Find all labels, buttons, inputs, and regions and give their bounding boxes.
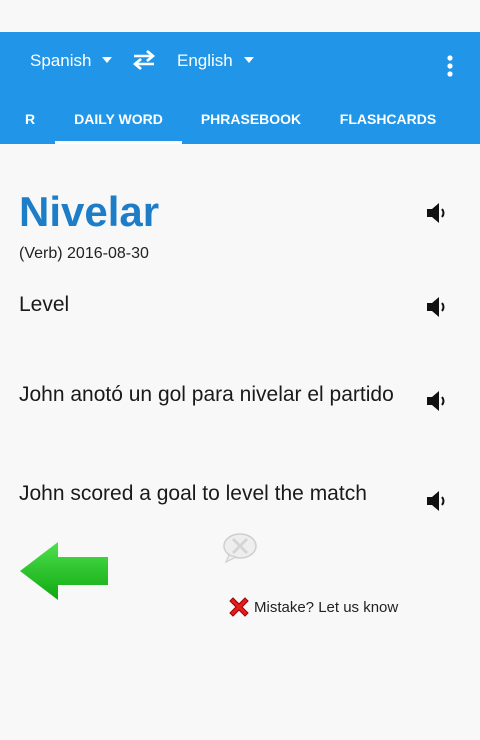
daily-word-title: Nivelar bbox=[19, 188, 160, 235]
daily-word-content: Nivelar (Verb) 2016-08-30 Level John ano… bbox=[0, 144, 480, 740]
example-sentence-target: John scored a goal to level the match bbox=[19, 482, 367, 505]
speaker-icon[interactable] bbox=[424, 200, 450, 226]
word-translation: Level bbox=[19, 293, 70, 316]
chevron-down-icon bbox=[243, 57, 254, 63]
more-vert-icon[interactable] bbox=[440, 52, 460, 80]
speaker-icon[interactable] bbox=[424, 488, 450, 514]
chevron-down-icon bbox=[102, 57, 113, 63]
tab-bar: R DAILY WORD PHRASEBOOK FLASHCARDS bbox=[0, 96, 480, 144]
target-language-label: English bbox=[177, 51, 233, 70]
source-language-label: Spanish bbox=[30, 51, 92, 70]
speaker-icon[interactable] bbox=[424, 388, 450, 414]
report-mistake-link[interactable]: Mistake? Let us know bbox=[226, 594, 398, 620]
tab-daily-word[interactable]: DAILY WORD bbox=[55, 96, 182, 144]
report-mistake-label: Mistake? Let us know bbox=[254, 598, 399, 616]
source-language-dropdown[interactable]: Spanish bbox=[30, 50, 113, 72]
swap-arrows-icon[interactable] bbox=[130, 48, 158, 72]
app-header: Spanish English R DAILY WORD PHRASEBOOK … bbox=[0, 32, 480, 144]
speaker-icon[interactable] bbox=[424, 294, 450, 320]
comment-bubble-icon[interactable] bbox=[222, 532, 258, 564]
language-bar: Spanish English bbox=[0, 32, 480, 90]
status-bar bbox=[0, 0, 480, 32]
red-x-icon bbox=[229, 597, 249, 617]
word-part-of-speech-date: (Verb) 2016-08-30 bbox=[19, 245, 149, 262]
tab-flashcards[interactable]: FLASHCARDS bbox=[326, 96, 450, 144]
example-sentence-source: John anotó un gol para nivelar el partid… bbox=[19, 383, 394, 406]
tab-phrasebook[interactable]: PHRASEBOOK bbox=[188, 96, 314, 144]
target-language-dropdown[interactable]: English bbox=[177, 50, 254, 72]
back-arrow-icon[interactable] bbox=[18, 540, 110, 602]
tab-r[interactable]: R bbox=[10, 96, 50, 144]
